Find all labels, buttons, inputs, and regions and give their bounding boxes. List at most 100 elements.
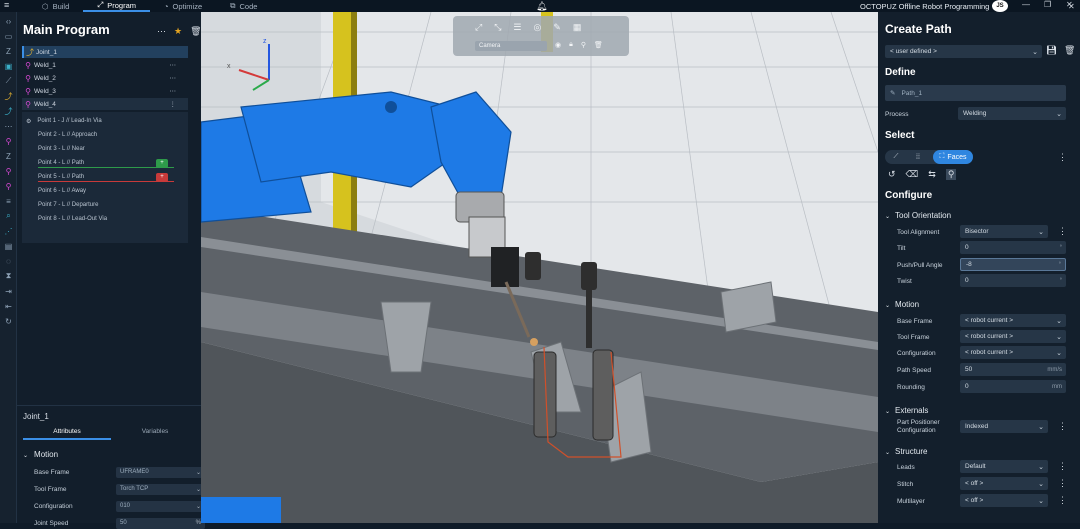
leads-select[interactable]: Default ⌄ [960, 460, 1048, 473]
location-icon[interactable]: ⚲ [945, 169, 957, 180]
point-row[interactable]: Point 4 - L // Path + [22, 157, 188, 169]
export-icon[interactable]: ⇥ [0, 285, 17, 297]
point-row[interactable]: ⚙︎ Point 1 - J // Lead-In Via [22, 115, 188, 127]
section-structure[interactable]: ⌄ Structure [885, 447, 928, 456]
tab-build[interactable]: ⬡ Build [28, 0, 83, 12]
hourglass-icon[interactable]: ⧗ [0, 270, 17, 282]
push-pull-angle-input[interactable]: -8 ° [960, 258, 1066, 271]
program-item-joint-1[interactable]: ⤴ Joint_1 [22, 46, 188, 58]
point-row[interactable]: Point 3 - L // Near [22, 143, 188, 155]
section-motion[interactable]: ⌄ Motion [23, 450, 58, 459]
kebab-icon[interactable]: ⋮ [1058, 226, 1067, 237]
fit-view-icon[interactable]: ⤢ [475, 22, 482, 33]
more-icon[interactable]: ⋯ [0, 120, 17, 132]
kebab-icon[interactable]: ⋮ [1058, 495, 1067, 506]
undo-icon[interactable]: ↺ [888, 169, 896, 180]
align-tool-icon[interactable]: ☰ [513, 22, 521, 33]
kebab-icon[interactable]: ⋮ [1058, 152, 1067, 163]
refresh-icon[interactable]: ↻ [0, 315, 17, 327]
grid-icon[interactable]: ▦ [573, 22, 582, 33]
tab-attributes[interactable]: Attributes [23, 428, 111, 440]
target-icon[interactable]: ◎ [533, 22, 541, 33]
user-avatar[interactable]: JS [992, 0, 1008, 12]
point-row[interactable]: Point 7 - L // Departure [22, 199, 188, 211]
chat-icon[interactable]: ◌ [0, 255, 17, 267]
tool-alignment-select[interactable]: Bisector ⌄ [960, 225, 1048, 238]
process-select[interactable]: Welding ⌄ [958, 107, 1066, 120]
multilayer-select[interactable]: < off > ⌄ [960, 494, 1048, 507]
program-item-weld-4[interactable]: ⚲ Weld_4 ⋮ [22, 98, 188, 110]
point-row[interactable]: Point 6 - L // Away [22, 185, 188, 197]
save-icon[interactable]: 💾︎ [1046, 45, 1057, 56]
star-icon[interactable]: ★ [174, 26, 182, 37]
point-row[interactable]: Point 2 - L // Approach [22, 129, 188, 141]
joint-move-icon[interactable]: ⤴ [0, 90, 17, 102]
search-icon[interactable]: ⌕ [0, 210, 17, 222]
graph-icon[interactable]: ⋰ [0, 225, 17, 237]
more-icon[interactable]: ⋯ [157, 26, 166, 37]
pin-icon[interactable]: ⚲ [581, 41, 586, 49]
configuration-select[interactable]: 010 ⌄ [116, 500, 205, 512]
eraser-icon[interactable]: ⌫ [906, 169, 919, 180]
kebab-icon[interactable]: ⋮ [1058, 478, 1067, 489]
more-icon[interactable]: ⋯ [170, 87, 177, 95]
zigzag-icon[interactable]: Z [0, 45, 17, 57]
kebab-icon[interactable]: ⋮ [170, 100, 177, 108]
program-item-weld-1[interactable]: ⚲ Weld_1 ⋯ [22, 59, 188, 71]
joint-speed-input[interactable]: 50% [116, 517, 205, 529]
trash-icon[interactable]: 🗑︎ [1064, 45, 1075, 56]
eye-icon[interactable]: ◉ [555, 41, 561, 49]
points-mode-icon[interactable]: ⁞⁞ [907, 150, 929, 164]
twist-input[interactable]: 0 ° [960, 274, 1066, 287]
point-row[interactable]: Point 5 - L // Path + [22, 171, 188, 183]
path-name-input[interactable]: ✎ Path_1 [885, 85, 1066, 101]
layers-icon[interactable]: ≡ [0, 195, 17, 207]
linear-move-icon[interactable]: ⤴ [0, 105, 17, 117]
tab-optimize[interactable]: ◔ Optimize [150, 0, 216, 12]
part-positioner-select[interactable]: Indexed ⌄ [960, 420, 1048, 433]
preset-select[interactable]: < user defined > ⌄ [885, 45, 1042, 58]
weld-icon[interactable]: ⚲ [0, 135, 17, 147]
stitch-select[interactable]: < off > ⌄ [960, 477, 1048, 490]
point-row[interactable]: Point 8 - L // Lead-Out Via [22, 213, 188, 225]
program-item-weld-3[interactable]: ⚲ Weld_3 ⋯ [22, 85, 188, 97]
kebab-icon[interactable]: ⋮ [1058, 421, 1067, 432]
kebab-icon[interactable]: ⋮ [1058, 461, 1067, 472]
tab-code[interactable]: ⧉ Code [216, 0, 271, 12]
notification-bell-icon[interactable]: 🔔︎ [536, 1, 547, 12]
ruler-icon[interactable]: ✎ [553, 22, 561, 33]
monitor-icon[interactable]: ▭ [0, 30, 17, 42]
tab-variables[interactable]: Variables [111, 428, 199, 440]
restore-icon[interactable]: ❐ [1044, 0, 1051, 9]
minimize-icon[interactable]: — [1022, 0, 1030, 9]
rounding-input[interactable]: 0 mm [960, 380, 1066, 393]
tool-frame-select[interactable]: Torch TCP ⌄ [116, 483, 205, 495]
tab-program[interactable]: ⤢ Program [83, 0, 151, 12]
trash-icon[interactable]: 🗑︎ [594, 41, 603, 49]
section-externals[interactable]: ⌄ Externals [885, 406, 928, 415]
frame-icon[interactable]: ▣ [0, 60, 17, 72]
tool-frame-select[interactable]: < robot current > ⌄ [960, 330, 1066, 343]
trash-icon[interactable]: 🗑︎ [190, 26, 201, 37]
tilt-input[interactable]: 0 ° [960, 241, 1066, 254]
path-speed-input[interactable]: 50 mm/s [960, 363, 1066, 376]
section-tool-orientation[interactable]: ⌄ Tool Orientation [885, 211, 951, 220]
code-brackets-icon[interactable]: ‹› [0, 15, 17, 27]
edges-mode-icon[interactable]: ⟋ [885, 150, 907, 164]
more-icon[interactable]: ⋯ [170, 74, 177, 82]
document-icon[interactable]: ▤ [0, 240, 17, 252]
weld-seam-icon[interactable]: ⚲ [0, 180, 17, 192]
weld-path-icon[interactable]: ⚲ [0, 165, 17, 177]
program-item-weld-2[interactable]: ⚲ Weld_2 ⋯ [22, 72, 188, 84]
section-motion[interactable]: ⌄ Motion [885, 300, 919, 309]
3d-viewport[interactable]: z x ⤢ ⤡ ☰ ◎ ✎ ▦ Camera ◉ 🔒︎ ⚲ 🗑︎ [201, 12, 878, 523]
path-tool-icon[interactable]: ⤡ [494, 22, 501, 33]
zigzag-2-icon[interactable]: Z [0, 150, 17, 162]
import-icon[interactable]: ⇤ [0, 300, 17, 312]
lock-icon[interactable]: 🔒︎ [569, 41, 573, 49]
hamburger-icon[interactable]: ≡ [4, 0, 9, 10]
base-frame-select[interactable]: < robot current > ⌄ [960, 314, 1066, 327]
line-icon[interactable]: ⟋ [0, 75, 17, 87]
faces-mode-button[interactable]: ⛶ Faces [933, 150, 973, 164]
swap-icon[interactable]: ⇆ [928, 169, 936, 180]
